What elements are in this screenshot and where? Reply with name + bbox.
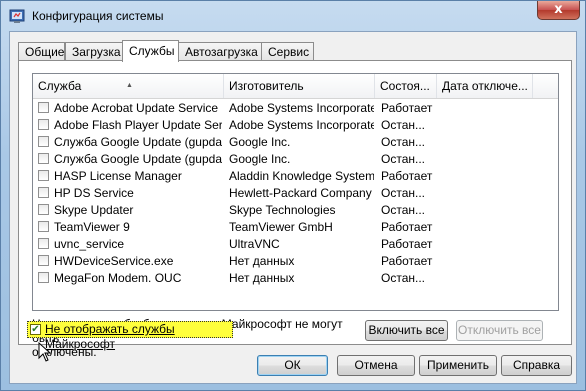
service-name: HASP License Manager [54,169,182,183]
service-row[interactable]: Skype Updater Skype Technologies Остан... [33,202,558,219]
service-row[interactable]: Служба Google Update (gupdate) Google Inc… [33,134,558,151]
service-name: Adobe Flash Player Update Service [54,118,222,132]
hide-microsoft-services-label[interactable]: Не отображать службы Майкрософт [45,322,232,352]
tab-general[interactable]: Общие [18,42,65,61]
checkmark-icon[interactable]: ✔ [30,324,41,335]
sort-ascending-icon: ▲ [126,82,133,89]
service-checkbox[interactable] [38,119,49,130]
list-header: Служба ▲ Изготовитель Состоя... Дата отк… [33,74,558,99]
service-status: Остан... [381,186,425,200]
column-header-service[interactable]: Служба ▲ [33,74,224,98]
service-row[interactable]: MegaFon Modem. OUC Нет данных Остан... [33,270,558,287]
window-title: Конфигурация системы [32,9,164,23]
service-manufacturer: TeamViewer GmbH [229,220,333,234]
service-status: Работает [381,254,433,268]
service-status: Работает [381,220,433,234]
service-status: Остан... [381,152,425,166]
tab-tools[interactable]: Сервис [261,42,314,61]
service-name: TeamViewer 9 [54,220,130,234]
close-icon: x [554,2,563,17]
service-checkbox[interactable] [38,238,49,249]
service-checkbox[interactable] [38,102,49,113]
service-status: Работает [381,169,433,183]
service-checkbox[interactable] [38,272,49,283]
hide-microsoft-services-checkbox[interactable]: ✔ Не отображать службы Майкрософт [27,321,233,351]
service-checkbox[interactable] [38,221,49,232]
service-row[interactable]: HWDeviceService.exe Нет данных Работает [33,253,558,270]
service-name: HP DS Service [54,186,134,200]
disable-all-button[interactable]: Отключить все [456,320,543,341]
title-bar[interactable]: Конфигурация системы x [1,1,585,31]
service-manufacturer: Adobe Systems Incorporated [229,101,374,115]
service-manufacturer: UltraVNC [229,237,280,251]
service-status: Остан... [381,271,425,285]
service-manufacturer: Нет данных [229,254,295,268]
service-row[interactable]: Adobe Flash Player Update Service Adobe S… [33,117,558,134]
column-header-date-disabled[interactable]: Дата отключе... [437,74,533,98]
tab-services[interactable]: Службы [122,40,179,62]
service-name: MegaFon Modem. OUC [54,271,182,285]
service-name: Adobe Acrobat Update Service [54,101,219,115]
service-manufacturer: Google Inc. [229,135,291,149]
help-button[interactable]: Справка [501,355,572,376]
service-status: Работает [381,101,433,115]
service-manufacturer: Aladdin Knowledge System... [229,169,374,183]
service-row[interactable]: TeamViewer 9 TeamViewer GmbH Работает [33,219,558,236]
enable-all-button[interactable]: Включить все [365,320,448,341]
service-manufacturer: Google Inc. [229,152,291,166]
apply-button[interactable]: Применить [419,355,497,376]
ok-button[interactable]: ОК [257,355,328,376]
mouse-pointer-icon [38,342,52,362]
service-manufacturer: Hewlett-Packard Company [229,186,372,200]
column-header-status[interactable]: Состоя... [375,74,437,98]
system-configuration-window: Конфигурация системы x Общие Загрузка Сл… [0,0,586,391]
service-name: HWDeviceService.exe [54,254,174,268]
service-row[interactable]: HASP License Manager Aladdin Knowledge Sy… [33,168,558,185]
msconfig-icon [9,9,25,23]
service-name: Служба Google Update (gupdat... [54,152,222,166]
service-checkbox[interactable] [38,187,49,198]
cancel-button[interactable]: Отмена [337,355,415,376]
services-list[interactable]: Служба ▲ Изготовитель Состоя... Дата отк… [32,73,559,311]
service-row[interactable]: HP DS Service Hewlett-Packard Company Оста… [33,185,558,202]
service-status: Остан... [381,203,425,217]
service-status: Остан... [381,118,425,132]
service-manufacturer: Нет данных [229,271,295,285]
service-row[interactable]: Adobe Acrobat Update Service Adobe System… [33,100,558,117]
services-tab-panel: Служба ▲ Изготовитель Состоя... Дата отк… [18,60,572,359]
service-status: Работает [381,237,433,251]
service-row[interactable]: Служба Google Update (gupdat... Google In… [33,151,558,168]
tab-startup[interactable]: Автозагрузка [178,42,262,61]
column-header-manufacturer[interactable]: Изготовитель [224,74,375,98]
service-checkbox[interactable] [38,153,49,164]
service-status: Остан... [381,135,425,149]
service-manufacturer: Adobe Systems Incorporated [229,118,374,132]
service-checkbox[interactable] [38,136,49,147]
service-checkbox[interactable] [38,255,49,266]
service-name: Skype Updater [54,203,134,217]
tab-boot[interactable]: Загрузка [65,42,123,61]
close-button[interactable]: x [537,1,580,20]
service-manufacturer: Skype Technologies [229,203,336,217]
service-checkbox[interactable] [38,204,49,215]
service-row[interactable]: uvnc_service UltraVNC Работает [33,236,558,253]
dialog-client-area: Общие Загрузка Службы Автозагрузка Серви… [9,31,577,384]
service-name: Служба Google Update (gupdate) [54,135,222,149]
service-checkbox[interactable] [38,170,49,181]
service-name: uvnc_service [54,237,125,251]
